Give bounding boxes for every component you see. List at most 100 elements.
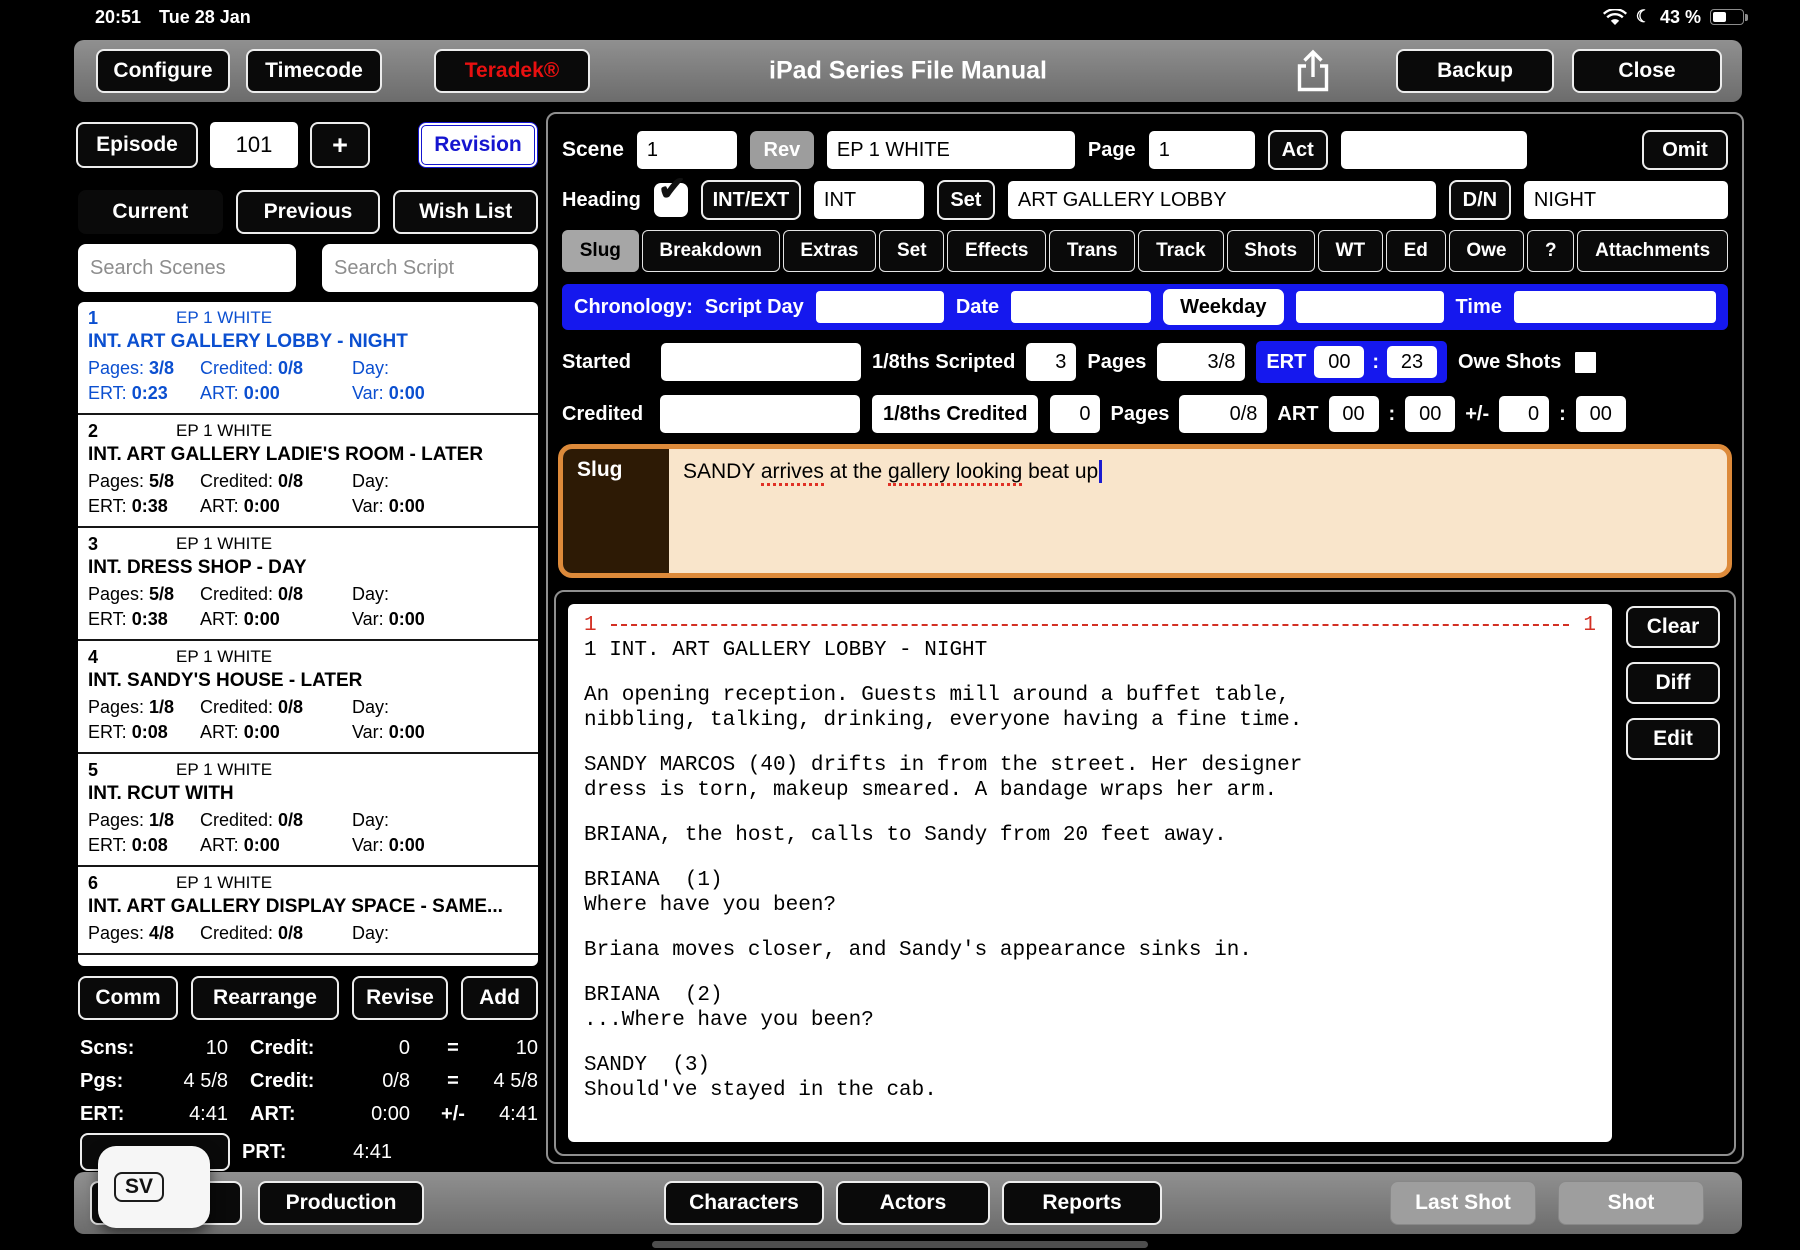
day-night-button[interactable]: D/N: [1448, 180, 1511, 220]
eighths-credited-button[interactable]: 1/8ths Credited: [870, 393, 1041, 435]
revision-name-field[interactable]: EP 1 WHITE: [826, 131, 1075, 169]
comm-button[interactable]: Comm: [78, 976, 178, 1020]
page-number-field[interactable]: 1: [1148, 131, 1255, 169]
script-page-view[interactable]: 1 1 1 INT. ART GALLERY LOBBY - NIGHT An …: [568, 604, 1612, 1142]
weekday-field[interactable]: [1295, 291, 1444, 323]
search-scenes-input[interactable]: Search Scenes: [78, 244, 296, 292]
pages-scripted-field[interactable]: 3/8: [1157, 343, 1246, 381]
set-name-field[interactable]: ART GALLERY LOBBY: [1007, 181, 1436, 219]
actors-button[interactable]: Actors: [836, 1181, 990, 1225]
left-tab-wish-list[interactable]: Wish List: [393, 190, 539, 234]
timecode-button[interactable]: Timecode: [246, 49, 382, 93]
add-episode-button[interactable]: +: [310, 122, 370, 168]
episode-number-field[interactable]: 101: [210, 122, 298, 168]
variance-minutes-field[interactable]: 00: [1575, 396, 1626, 432]
misspelled-word: arrives: [760, 460, 824, 486]
sv-floating-widget[interactable]: SV: [98, 1146, 210, 1228]
scene-item-revision: EP 1 WHITE: [176, 760, 273, 779]
left-tab-previous[interactable]: Previous: [235, 190, 381, 234]
tab-extras[interactable]: Extras: [782, 230, 877, 272]
tab-track[interactable]: Track: [1138, 230, 1224, 272]
date-field[interactable]: [1011, 291, 1152, 323]
add-button[interactable]: Add: [461, 976, 538, 1020]
omit-button[interactable]: Omit: [1642, 130, 1728, 170]
revise-button[interactable]: Revise: [352, 976, 448, 1020]
tab-breakdown[interactable]: Breakdown: [641, 230, 780, 272]
script-character-line: BRIANA (1): [584, 869, 723, 892]
characters-button[interactable]: Characters: [664, 1181, 824, 1225]
scene-item-times-row: ERT: 0:23 ART: 0:00 Var: 0:00: [88, 383, 425, 403]
left-tab-current[interactable]: Current: [78, 190, 223, 234]
tab-misc[interactable]: ?: [1527, 230, 1575, 272]
date-label: Date: [955, 295, 1000, 318]
tab-slug[interactable]: Slug: [562, 230, 639, 272]
time-field[interactable]: [1513, 291, 1716, 323]
script-action-line: dress is torn, makeup smeared. A bandage…: [584, 779, 1278, 802]
scene-list-item[interactable]: 1 EP 1 WHITE INT. ART GALLERY LOBBY - NIGH…: [78, 302, 538, 415]
chronology-bar: Chronology: Script Day Date Weekday Time: [562, 284, 1728, 330]
diff-button[interactable]: Diff: [1626, 662, 1720, 704]
stat-operator: +/-: [441, 1103, 465, 1125]
edit-button[interactable]: Edit: [1626, 718, 1720, 760]
tab-set[interactable]: Set: [879, 230, 945, 272]
teradek-button[interactable]: Teradek®: [434, 49, 590, 93]
scene-list-item[interactable]: 5 EP 1 WHITE INT. RCUT WITH Pages: 1/8 Credi…: [78, 754, 538, 867]
credited-date-field[interactable]: [660, 395, 860, 433]
ert-minutes-field[interactable]: 23: [1387, 346, 1437, 378]
tab-attachments[interactable]: Attachments: [1577, 230, 1728, 272]
episode-button[interactable]: Episode: [76, 122, 198, 168]
eighths-credited-field[interactable]: 0: [1050, 395, 1101, 433]
owe-shots-checkbox[interactable]: [1572, 348, 1600, 376]
weekday-button[interactable]: Weekday: [1163, 289, 1284, 325]
production-button[interactable]: Production: [258, 1181, 424, 1225]
art-hours-field[interactable]: 00: [1328, 396, 1379, 432]
credited-label: Credited: [562, 402, 644, 425]
configure-button[interactable]: Configure: [96, 49, 230, 93]
slug-textarea[interactable]: SANDY arrives at the gallery looking bea…: [669, 449, 1727, 573]
set-button[interactable]: Set: [936, 180, 995, 220]
close-button[interactable]: Close: [1572, 49, 1722, 93]
text-cursor: [1099, 460, 1103, 483]
shot-button[interactable]: Shot: [1558, 1181, 1704, 1225]
act-button[interactable]: Act: [1267, 130, 1328, 170]
script-day-field[interactable]: [815, 291, 944, 323]
revision-button[interactable]: Revision: [418, 122, 538, 168]
scene-list-item[interactable]: 2 EP 1 WHITE INT. ART GALLERY LADIE'S ROOM…: [78, 415, 538, 528]
scene-item-times-row: ERT: 0:08 ART: 0:00 Var: 0:00: [88, 835, 425, 855]
scene-list-item[interactable]: 4 EP 1 WHITE INT. SANDY'S HOUSE - LATER Pag…: [78, 641, 538, 754]
scene-list-item[interactable]: 3 EP 1 WHITE INT. DRESS SHOP - DAY Pages: 5…: [78, 528, 538, 641]
tab-wt[interactable]: WT: [1317, 230, 1383, 272]
heading-label: Heading: [562, 188, 641, 211]
scene-list[interactable]: 1 EP 1 WHITE INT. ART GALLERY LOBBY - NIGH…: [78, 302, 538, 966]
pages-credited-field[interactable]: 0/8: [1179, 395, 1268, 433]
tab-owe[interactable]: Owe: [1448, 230, 1525, 272]
rev-button[interactable]: Rev: [749, 131, 814, 169]
home-indicator[interactable]: [652, 1241, 1148, 1248]
act-value-field[interactable]: [1340, 131, 1527, 169]
heading-checkbox[interactable]: [653, 169, 688, 217]
backup-button[interactable]: Backup: [1396, 49, 1554, 93]
tab-trans[interactable]: Trans: [1049, 230, 1136, 272]
tab-shots[interactable]: Shots: [1226, 230, 1315, 272]
tab-effects[interactable]: Effects: [947, 230, 1047, 272]
int-ext-button[interactable]: INT/EXT: [700, 180, 801, 220]
clear-button[interactable]: Clear: [1626, 606, 1720, 648]
last-shot-button[interactable]: Last Shot: [1390, 1181, 1536, 1225]
art-minutes-field[interactable]: 00: [1405, 396, 1456, 432]
day-night-field[interactable]: NIGHT: [1523, 181, 1728, 219]
scene-list-item[interactable]: 6 EP 1 WHITE INT. ART GALLERY DISPLAY SPAC…: [78, 867, 538, 955]
int-ext-field[interactable]: INT: [813, 181, 924, 219]
stat-value: 10: [205, 1037, 228, 1059]
variance-hours-field[interactable]: 0: [1499, 396, 1550, 432]
stats-row: Pgs: 4 5/8 Credit: 0/8 = 4 5/8: [80, 1065, 540, 1098]
started-date-field[interactable]: [661, 343, 861, 381]
search-script-input[interactable]: Search Script: [322, 244, 538, 292]
eighths-scripted-field[interactable]: 3: [1026, 343, 1077, 381]
reports-button[interactable]: Reports: [1002, 1181, 1162, 1225]
scene-item-number: 2: [88, 421, 99, 441]
tab-ed[interactable]: Ed: [1385, 230, 1446, 272]
share-export-icon[interactable]: [1290, 48, 1336, 94]
rearrange-button[interactable]: Rearrange: [191, 976, 339, 1020]
scene-number-field[interactable]: 1: [636, 131, 737, 169]
ert-hours-field[interactable]: 00: [1314, 346, 1365, 378]
